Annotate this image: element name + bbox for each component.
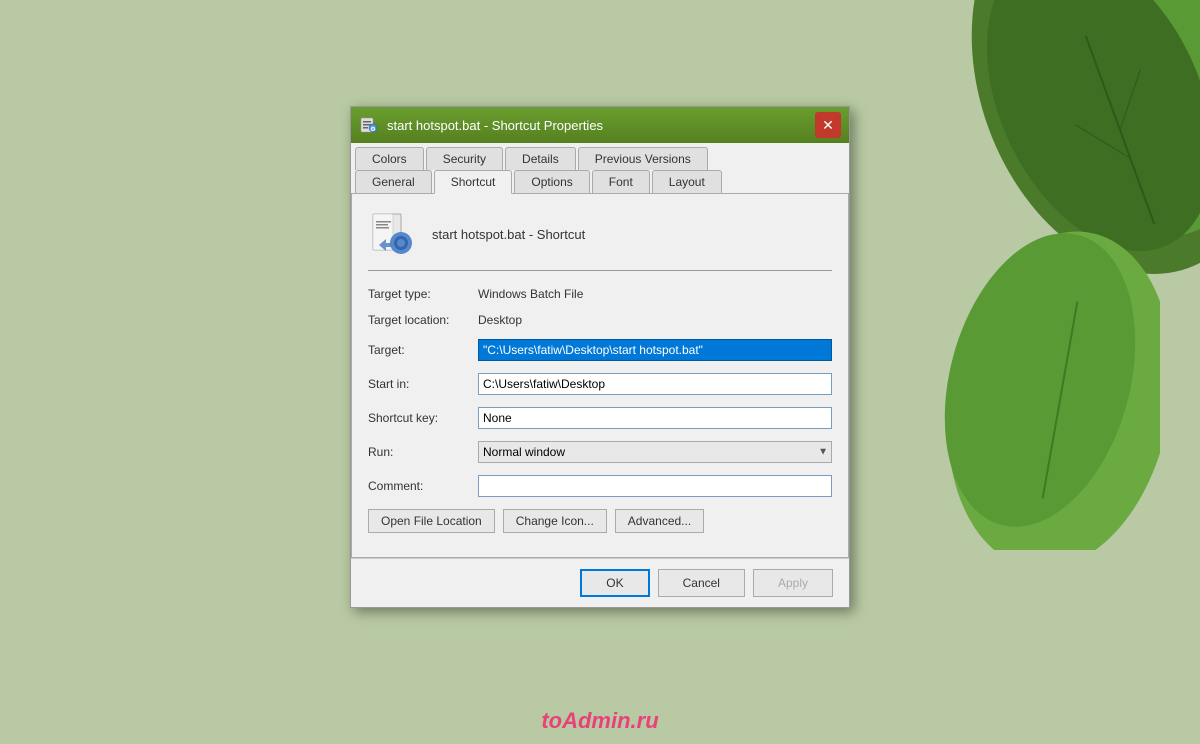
target-location-value: Desktop [478,313,522,327]
tab-details[interactable]: Details [505,147,576,170]
svg-text:⚙: ⚙ [370,126,375,133]
title-bar-icon: ⚙ [359,115,379,135]
tabs-row2: General Shortcut Options Font Layout [355,170,845,193]
start-in-input[interactable] [478,373,832,395]
file-icon [368,210,416,258]
shortcut-properties-dialog: ⚙ start hotspot.bat - Shortcut Propertie… [350,106,850,608]
tab-general[interactable]: General [355,170,432,193]
target-type-value: Windows Batch File [478,287,583,301]
bottom-bar: OK Cancel Apply [351,558,849,607]
close-button[interactable]: ✕ [815,112,841,138]
comment-input[interactable] [478,475,832,497]
dialog-content: start hotspot.bat - Shortcut Target type… [351,194,849,558]
run-select[interactable]: Normal window Minimized Maximized [478,441,832,463]
shortcut-key-input[interactable] [478,407,832,429]
change-icon-button[interactable]: Change Icon... [503,509,607,533]
file-title-text: start hotspot.bat - Shortcut [432,227,585,242]
cancel-button[interactable]: Cancel [658,569,745,597]
target-location-label: Target location: [368,313,478,327]
comment-row: Comment: [368,475,832,497]
tab-options[interactable]: Options [514,170,589,193]
tab-shortcut[interactable]: Shortcut [434,170,513,194]
target-type-row: Target type: Windows Batch File [368,287,832,301]
action-buttons: Open File Location Change Icon... Advanc… [368,509,832,533]
target-row: Target: [368,339,832,361]
ok-button[interactable]: OK [580,569,649,597]
tab-previous-versions[interactable]: Previous Versions [578,147,708,170]
tabs-row1-container: Colors Security Details Previous Version… [351,143,849,194]
start-in-row: Start in: [368,373,832,395]
dialog-title: start hotspot.bat - Shortcut Properties [387,118,815,133]
target-location-row: Target location: Desktop [368,313,832,327]
tabs-row1: Colors Security Details Previous Version… [355,147,845,170]
title-bar: ⚙ start hotspot.bat - Shortcut Propertie… [351,107,849,143]
target-type-label: Target type: [368,287,478,301]
tab-security[interactable]: Security [426,147,503,170]
watermark: toAdmin.ru [541,708,658,734]
run-label: Run: [368,445,478,459]
run-row: Run: Normal window Minimized Maximized ▼ [368,441,832,463]
target-label: Target: [368,343,478,357]
advanced-button[interactable]: Advanced... [615,509,704,533]
apply-button[interactable]: Apply [753,569,833,597]
comment-label: Comment: [368,479,478,493]
file-info: start hotspot.bat - Shortcut [368,210,832,271]
shortcut-key-label: Shortcut key: [368,411,478,425]
tab-layout[interactable]: Layout [652,170,722,193]
run-select-wrapper: Normal window Minimized Maximized ▼ [478,441,832,463]
target-input[interactable] [478,339,832,361]
shortcut-key-row: Shortcut key: [368,407,832,429]
open-file-location-button[interactable]: Open File Location [368,509,495,533]
start-in-label: Start in: [368,377,478,391]
tab-colors[interactable]: Colors [355,147,424,170]
tab-font[interactable]: Font [592,170,650,193]
